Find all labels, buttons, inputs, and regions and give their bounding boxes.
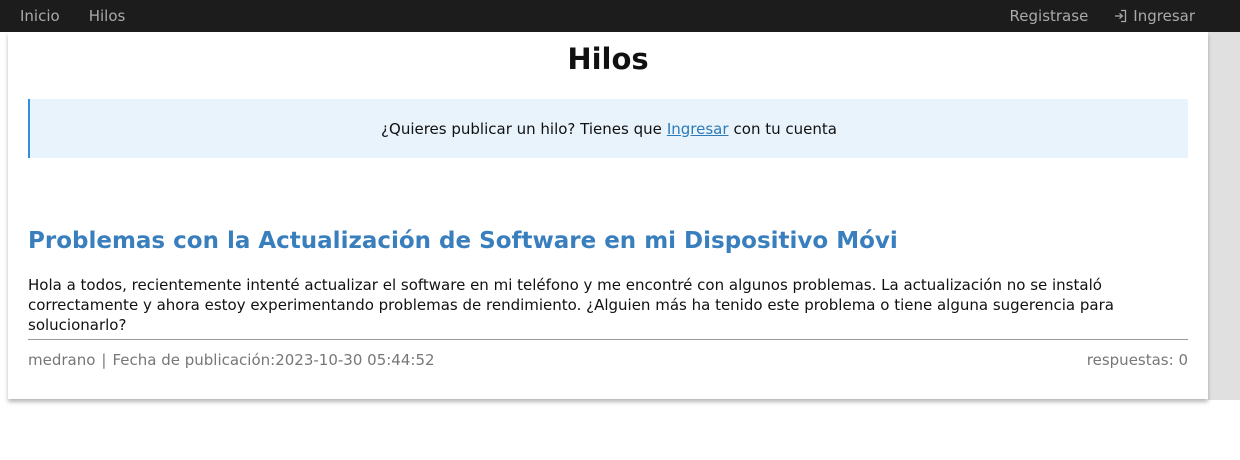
right-gutter	[1208, 32, 1240, 400]
nav-register-link[interactable]: Registrase	[1010, 7, 1089, 25]
thread-meta: medrano | Fecha de publicación:2023-10-30 …	[28, 351, 435, 369]
thread-date: 2023-10-30 05:44:52	[275, 351, 435, 369]
thread-body: Hola a todos, recientemente intenté actu…	[28, 276, 1114, 334]
login-notice: ¿Quieres publicar un hilo? Tienes que In…	[28, 99, 1188, 158]
nav-threads-link[interactable]: Hilos	[89, 7, 126, 25]
thread-date-label: Fecha de publicación:	[112, 351, 276, 369]
nav-login-link[interactable]: Ingresar	[1114, 7, 1195, 25]
notice-login-link[interactable]: Ingresar	[667, 120, 729, 138]
thread-title-link[interactable]: Problemas con la Actualización de Softwa…	[28, 228, 898, 254]
page-title: Hilos	[567, 42, 649, 76]
nav-login-label: Ingresar	[1133, 7, 1195, 25]
login-icon	[1115, 9, 1127, 23]
thread-divider	[28, 339, 1188, 340]
notice-text-after: con tu cuenta	[733, 119, 837, 138]
nav-right-group: Registrase Ingresar	[1010, 0, 1195, 32]
thread-author: medrano	[28, 351, 96, 369]
content-panel: Hilos ¿Quieres publicar un hilo? Tienes …	[8, 32, 1208, 399]
thread-replies-count: respuestas: 0	[1086, 351, 1188, 369]
top-navbar: Inicio Hilos Registrase Ingresar	[0, 0, 1240, 32]
nav-left-group: Inicio Hilos	[0, 0, 125, 32]
nav-home-link[interactable]: Inicio	[20, 7, 60, 25]
notice-text-before: ¿Quieres publicar un hilo? Tienes que	[381, 119, 662, 138]
meta-separator: |	[101, 351, 107, 369]
